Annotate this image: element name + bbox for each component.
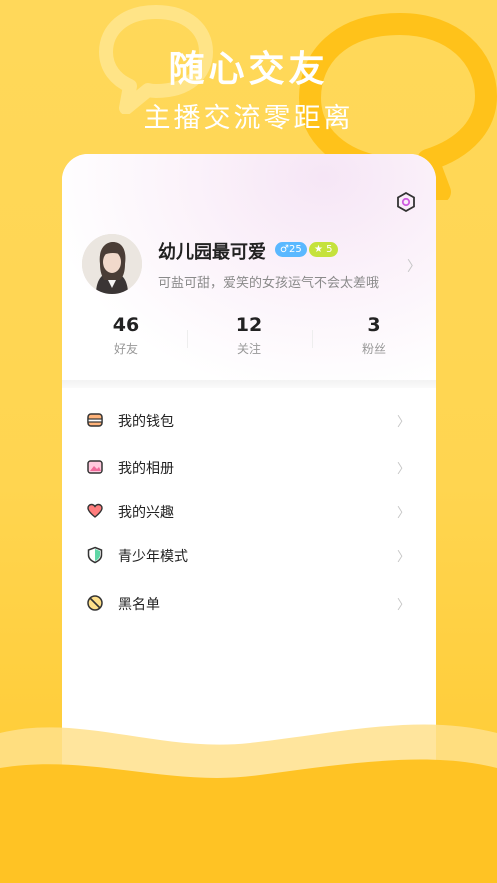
menu-label-album: 我的相册 [118, 461, 174, 477]
chevron-right-icon: 〉 [396, 462, 410, 477]
stat-friends-value: 46 [112, 314, 140, 336]
bottom-wave-decoration [0, 724, 497, 883]
chevron-right-icon: 〉 [396, 415, 410, 430]
avatar[interactable] [82, 234, 142, 294]
settings-hex-icon[interactable] [396, 192, 416, 212]
stat-friends-label: 好友 [113, 342, 138, 356]
level-badge: ★ 5 [309, 242, 338, 257]
menu-item-album[interactable]: 我的相册 〉 [62, 447, 436, 487]
wallet-icon [87, 413, 103, 427]
menu-item-interests[interactable]: 我的兴趣 〉 [62, 491, 436, 531]
gender-age-badge: ♂25 [275, 242, 307, 257]
stat-following[interactable]: 12 关注 [189, 314, 309, 357]
menu-label-interests: 我的兴趣 [118, 505, 174, 521]
block-icon [87, 595, 103, 611]
user-bio: 可盐可甜，爱笑的女孩运气不会太差哦 [158, 276, 380, 291]
stat-following-label: 关注 [236, 342, 261, 356]
chevron-right-icon: 〉 [396, 598, 410, 613]
menu-item-wallet[interactable]: 我的钱包 〉 [62, 400, 436, 440]
stat-fans-label: 粉丝 [361, 342, 386, 356]
chevron-right-icon: 〉 [396, 506, 410, 521]
menu-label-blacklist: 黑名单 [118, 597, 160, 613]
stat-following-value: 12 [235, 314, 263, 336]
stat-divider [187, 330, 188, 348]
stat-divider [312, 330, 313, 348]
menu-label-teen-mode: 青少年模式 [118, 549, 188, 565]
stat-fans[interactable]: 3 粉丝 [314, 314, 434, 357]
hero-subtitle: 主播交流零距离 [143, 103, 354, 134]
heart-icon [87, 503, 103, 518]
chevron-right-icon: 〉 [396, 550, 410, 565]
avatar-portrait-icon [82, 234, 142, 294]
album-icon [87, 460, 103, 474]
stat-friends[interactable]: 46 好友 [66, 314, 186, 357]
menu-label-wallet: 我的钱包 [118, 414, 174, 430]
shield-icon [87, 546, 103, 564]
menu-item-blacklist[interactable]: 黑名单 〉 [62, 583, 436, 623]
hero-title: 随心交友 [168, 49, 329, 90]
menu-item-teen-mode[interactable]: 青少年模式 〉 [62, 535, 436, 575]
stat-fans-value: 3 [367, 314, 381, 336]
section-divider [62, 380, 436, 388]
profile-chevron-right-icon[interactable]: 〉 [407, 256, 421, 276]
user-name: 幼儿园最可爱 [158, 242, 266, 263]
